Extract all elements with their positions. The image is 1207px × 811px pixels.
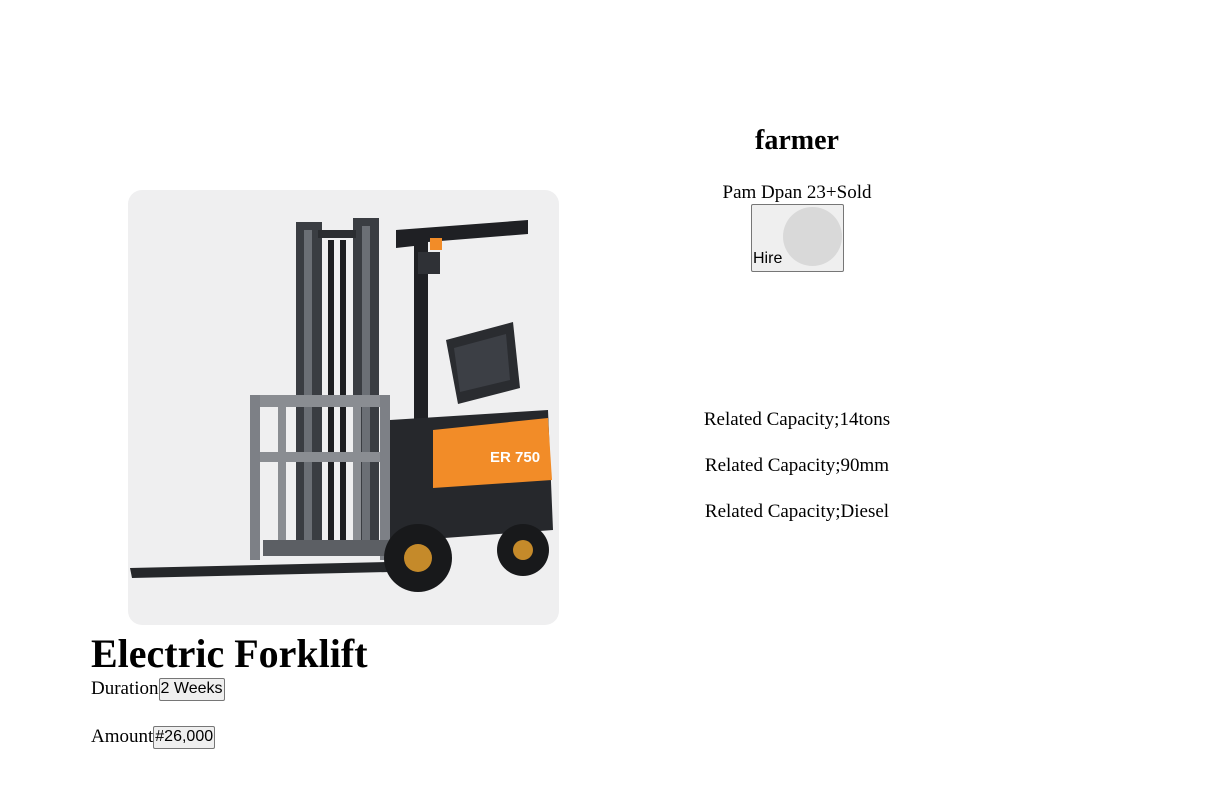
seller-name: farmer <box>755 125 839 156</box>
product-page: ER 750 Electric Forklift Duration 2 Weeks… <box>0 0 1207 811</box>
product-image: ER 750 <box>128 190 559 625</box>
amount-row: Amount #26,000 <box>91 725 216 749</box>
spec-capacity: Related Capacity;14tons <box>703 409 891 430</box>
duration-button[interactable]: 2 Weeks <box>158 677 225 701</box>
product-title: Electric Forklift <box>91 631 368 676</box>
hire-button[interactable]: Hire <box>751 204 844 272</box>
forklift-image: ER 750 <box>130 218 553 592</box>
avatar <box>783 207 842 266</box>
svg-text:ER 750: ER 750 <box>490 449 540 466</box>
amount-button[interactable]: #26,000 <box>153 725 216 749</box>
seller-sales: Pam Dpan 23+Sold <box>722 182 872 203</box>
duration-row: Duration 2 Weeks <box>91 677 225 701</box>
spec-fuel: Related Capacity;Diesel <box>704 501 890 522</box>
hire-label: Hire <box>753 250 783 267</box>
amount-label: Amount <box>91 726 154 747</box>
duration-label: Duration <box>91 678 159 699</box>
spec-size: Related Capacity;90mm <box>704 455 890 476</box>
